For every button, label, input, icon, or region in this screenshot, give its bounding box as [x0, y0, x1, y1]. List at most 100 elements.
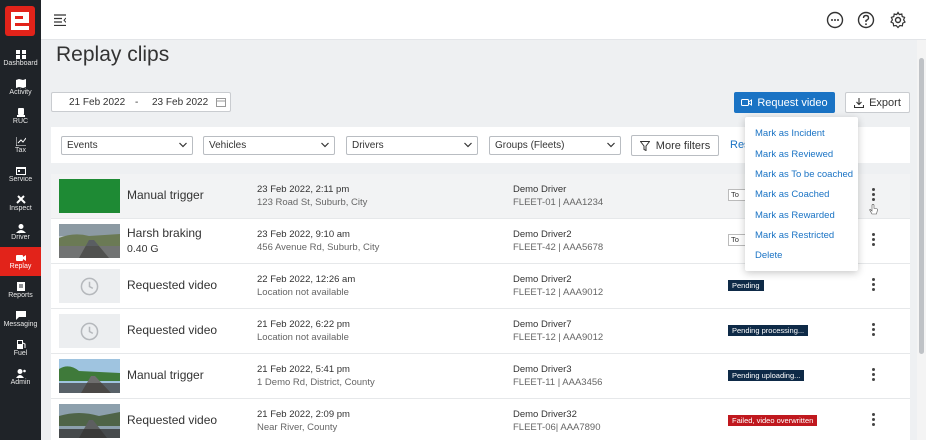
calendar-icon — [15, 167, 26, 175]
vehicles-select[interactable]: Vehicles — [203, 136, 335, 155]
clip-driver: Demo Driver2 — [513, 229, 572, 240]
menu-item-delete[interactable]: Delete — [755, 250, 782, 261]
sidebar-item-replay[interactable]: Replay — [0, 247, 41, 276]
clip-fleet: FLEET-42 | AAA5678 — [513, 242, 604, 253]
chat-icon — [15, 311, 26, 320]
report-icon — [16, 282, 25, 291]
menu-item-mark-rewarded[interactable]: Mark as Rewarded — [755, 210, 835, 221]
clip-driver: Demo Driver2 — [513, 274, 572, 285]
request-video-label: Request video — [757, 96, 828, 109]
tools-icon — [15, 195, 26, 204]
date-range-picker[interactable]: 21 Feb 2022 - 23 Feb 2022 — [51, 92, 231, 112]
chat-bubble-icon[interactable] — [826, 11, 844, 29]
clip-thumbnail[interactable] — [59, 269, 120, 303]
menu-item-mark-restricted[interactable]: Mark as Restricted — [755, 230, 834, 241]
sidebar-item-inspect[interactable]: Inspect — [0, 189, 41, 218]
sidebar-item-dashboard[interactable]: Dashboard — [0, 44, 41, 73]
clip-fleet: FLEET-12 | AAA9012 — [513, 332, 604, 343]
person-icon — [15, 224, 26, 233]
page-title: Replay clips — [56, 43, 170, 66]
sidebar-item-fuel[interactable]: Fuel — [0, 334, 41, 363]
row-actions-dropdown: Mark as Incident Mark as Reviewed Mark a… — [745, 117, 858, 271]
sidebar-item-ruc[interactable]: RUC — [0, 102, 41, 131]
export-button[interactable]: Export — [845, 92, 910, 113]
clip-address: 456 Avenue Rd, Suburb, City — [257, 242, 380, 253]
clip-thumbnail[interactable] — [59, 359, 120, 393]
top-bar — [41, 0, 926, 40]
clock-icon — [80, 277, 99, 295]
status-badge: Pending — [728, 280, 764, 291]
sidebar-item-reports[interactable]: Reports — [0, 276, 41, 305]
clip-fleet: FLEET-11 | AAA3456 — [513, 377, 603, 388]
clip-thumbnail[interactable] — [59, 179, 120, 213]
download-icon — [854, 97, 865, 108]
clip-g-force: 0.40 G — [127, 243, 159, 255]
sidebar-item-label: Tax — [15, 147, 26, 154]
table-row[interactable]: Manual trigger 21 Feb 2022, 5:41 pm 1 De… — [51, 354, 910, 399]
date-separator: - — [135, 97, 139, 108]
events-select-value: Events — [67, 140, 98, 151]
sidebar-item-label: RUC — [12, 118, 29, 125]
menu-toggle-icon[interactable] — [54, 14, 66, 26]
sidebar-item-label: Messaging — [3, 321, 38, 328]
clip-fleet: FLEET-01 | AAA1234 — [513, 197, 604, 208]
sidebar-item-label: Driver — [11, 234, 30, 241]
sidebar-item-service[interactable]: Service — [0, 160, 41, 189]
clip-thumbnail[interactable] — [59, 314, 120, 348]
clip-thumbnail[interactable] — [59, 224, 120, 258]
table-row[interactable]: Requested video 21 Feb 2022, 6:22 pm Loc… — [51, 309, 910, 354]
sidebar-item-label: Dashboard — [3, 60, 38, 67]
truck-icon — [16, 108, 25, 117]
clip-title: Requested video — [127, 278, 218, 292]
pointer-cursor-icon — [869, 204, 878, 215]
sidebar-item-driver[interactable]: Driver — [0, 218, 41, 247]
more-filters-label: More filters — [655, 139, 711, 152]
sidebar-item-messaging[interactable]: Messaging — [0, 305, 41, 334]
row-actions-menu-icon[interactable] — [872, 368, 876, 382]
row-actions-menu-icon[interactable] — [872, 413, 876, 427]
menu-item-mark-reviewed[interactable]: Mark as Reviewed — [755, 149, 833, 160]
table-row[interactable]: Requested video 21 Feb 2022, 2:09 pm Nea… — [51, 399, 910, 440]
sidebar-item-activity[interactable]: Activity — [0, 73, 41, 102]
drivers-select[interactable]: Drivers — [346, 136, 478, 155]
events-select[interactable]: Events — [61, 136, 193, 155]
request-video-button[interactable]: Request video — [734, 92, 835, 113]
clip-title: Requested video — [127, 413, 218, 427]
chevron-down-icon — [607, 142, 615, 148]
clip-address: Location not available — [257, 332, 349, 343]
drivers-select-value: Drivers — [352, 140, 384, 151]
dashboard-icon — [15, 50, 26, 59]
more-filters-button[interactable]: More filters — [631, 135, 719, 156]
row-actions-menu-icon[interactable] — [872, 233, 876, 247]
date-to: 23 Feb 2022 — [152, 97, 209, 108]
settings-gear-icon[interactable] — [889, 11, 907, 29]
row-actions-menu-icon[interactable] — [872, 278, 876, 292]
scrollbar-thumb[interactable] — [919, 58, 924, 354]
help-icon[interactable] — [857, 11, 875, 29]
row-actions-menu-icon[interactable] — [872, 188, 876, 202]
sidebar-item-label: Fuel — [13, 350, 28, 357]
clip-date: 23 Feb 2022, 9:10 am — [257, 229, 350, 240]
date-from: 21 Feb 2022 — [69, 97, 126, 108]
menu-item-mark-coached[interactable]: Mark as Coached — [755, 189, 829, 200]
clip-thumbnail[interactable] — [59, 404, 120, 438]
vehicles-select-value: Vehicles — [209, 140, 247, 151]
menu-item-mark-to-be-coached[interactable]: Mark as To be coached — [755, 169, 853, 180]
sidebar-item-label: Service — [8, 176, 33, 183]
brand-logo[interactable] — [5, 6, 35, 36]
row-actions-menu-icon[interactable] — [872, 323, 876, 337]
chevron-down-icon — [321, 142, 329, 148]
camera-icon — [15, 255, 26, 261]
sidebar-item-tax[interactable]: Tax — [0, 131, 41, 160]
sidebar-nav: Dashboard Activity RUC Tax Service Inspe… — [0, 44, 41, 392]
status-badge: Pending processing... — [728, 325, 809, 336]
map-icon — [15, 79, 26, 88]
sidebar-item-label: Replay — [9, 263, 32, 270]
status-badge: Pending uploading... — [728, 370, 805, 381]
status-badge: To — [728, 189, 746, 201]
groups-select[interactable]: Groups (Fleets) — [489, 136, 621, 155]
menu-item-mark-incident[interactable]: Mark as Incident — [755, 128, 825, 139]
sidebar-item-admin[interactable]: Admin — [0, 363, 41, 392]
clip-title: Manual trigger — [127, 368, 204, 382]
sidebar: Dashboard Activity RUC Tax Service Inspe… — [0, 0, 41, 440]
